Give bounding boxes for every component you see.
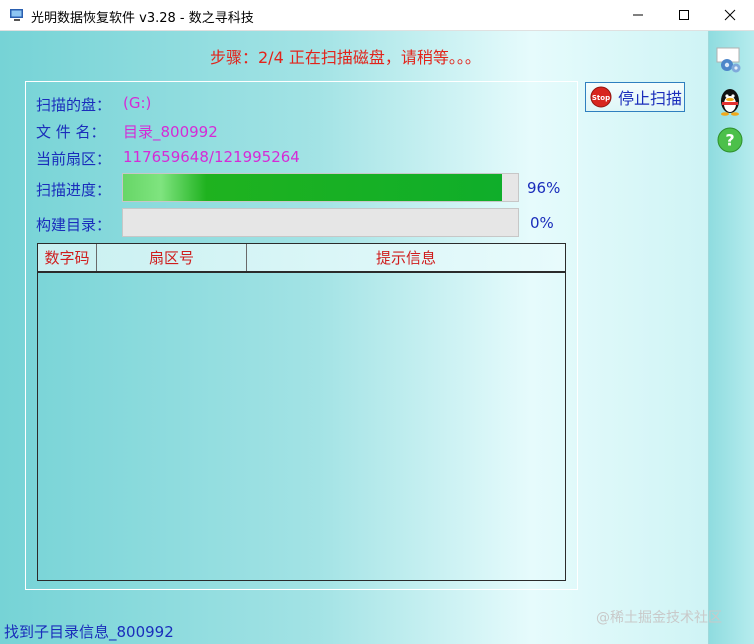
scan-progress-fill bbox=[123, 174, 503, 201]
stop-scan-label: 停止扫描 bbox=[618, 89, 683, 108]
stop-scan-button[interactable]: Stop 停止扫描 bbox=[585, 82, 685, 112]
current-sector-value: 117659648/121995264 bbox=[123, 148, 300, 166]
maximize-icon bbox=[678, 6, 690, 25]
step-status: 步骤：2/4 正在扫描磁盘，请稍等。。。 bbox=[210, 48, 481, 67]
column-header-message[interactable]: 提示信息 bbox=[247, 244, 565, 271]
build-progress-bar bbox=[122, 208, 519, 237]
maximize-button[interactable] bbox=[661, 0, 707, 31]
disk-label: 扫描的盘： bbox=[36, 96, 112, 114]
build-directory-label: 构建目录： bbox=[36, 216, 112, 234]
title-bar: 光明数据恢复软件 v3.28 - 数之寻科技 bbox=[0, 0, 754, 31]
build-progress-percent: 0% bbox=[530, 214, 554, 232]
file-name-value: 目录_800992 bbox=[123, 123, 218, 141]
close-button[interactable] bbox=[707, 0, 753, 31]
column-header-sector[interactable]: 扇区号 bbox=[97, 244, 247, 271]
help-icon[interactable]: ? bbox=[716, 126, 744, 154]
minimize-icon bbox=[632, 6, 644, 25]
disk-value: (G:) bbox=[123, 94, 152, 112]
results-list[interactable]: 数字码 扇区号 提示信息 bbox=[37, 243, 566, 581]
scan-progress-percent: 96% bbox=[527, 179, 561, 197]
current-sector-label: 当前扇区： bbox=[36, 150, 112, 168]
minimize-button[interactable] bbox=[615, 0, 661, 31]
list-header: 数字码 扇区号 提示信息 bbox=[38, 244, 565, 273]
scan-progress-bar bbox=[122, 173, 519, 202]
status-bar-text: 找到子目录信息_800992 bbox=[4, 623, 174, 641]
stop-icon-text: Stop bbox=[592, 94, 610, 102]
scan-progress-label: 扫描进度： bbox=[36, 181, 112, 199]
qq-penguin-icon[interactable] bbox=[716, 86, 744, 116]
close-icon bbox=[724, 6, 736, 25]
window-title: 光明数据恢复软件 v3.28 - 数之寻科技 bbox=[31, 11, 254, 26]
app-icon bbox=[9, 7, 25, 23]
svg-text:?: ? bbox=[725, 131, 734, 150]
stop-icon: Stop bbox=[590, 86, 612, 108]
settings-gears-icon[interactable] bbox=[714, 45, 744, 75]
watermark: @稀土掘金技术社区 bbox=[596, 610, 722, 626]
column-header-code[interactable]: 数字码 bbox=[38, 244, 97, 271]
file-name-label: 文 件 名： bbox=[36, 123, 106, 141]
right-toolbar: ? bbox=[708, 31, 754, 644]
